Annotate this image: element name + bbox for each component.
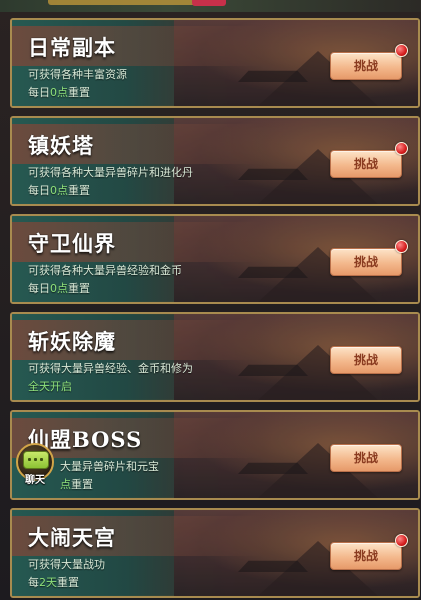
activity-description: 可获得各种大量异兽碎片和进化丹 [28,166,193,179]
challenge-button[interactable]: 挑战 [330,248,402,276]
challenge-button[interactable]: 挑战 [330,444,402,472]
notification-dot-icon [395,44,408,57]
activity-card-slay-demons: 斩妖除魔 可获得大量异兽经验、金币和修为 全天开启 挑战 [10,312,420,402]
activity-title: 守卫仙界 [28,231,116,256]
activity-card-havoc-heaven: 大闹天宫 可获得大量战功 每2天重置 挑战 [10,508,420,598]
activity-description: 可获得大量异兽经验、金币和修为 [28,362,193,375]
activity-reset-info: 每日0点重置 [28,282,90,295]
top-bar-edge [0,0,421,12]
challenge-button[interactable]: 挑战 [330,52,402,80]
activity-title: 日常副本 [28,35,116,60]
activity-card-guard-immortal-realm: 守卫仙界 可获得各种大量异兽经验和金币 每日0点重置 挑战 [10,214,420,304]
challenge-button[interactable]: 挑战 [330,542,402,570]
activity-reset-info: 全天开启 [28,380,72,393]
chat-bubble-icon [23,451,49,469]
challenge-button[interactable]: 挑战 [330,150,402,178]
challenge-button[interactable]: 挑战 [330,346,402,374]
activity-description: 可获得各种大量异兽经验和金币 [28,264,182,277]
activity-reset-info: 点重置 [60,478,93,491]
chat-label: 聊天 [25,475,45,486]
notification-dot-icon [395,240,408,253]
activity-reset-info: 每日0点重置 [28,184,90,197]
activity-card-daily-dungeon: 日常副本 可获得各种丰富资源 每日0点重置 挑战 [10,18,420,108]
top-tab-strip [48,0,208,5]
activity-reset-info: 每2天重置 [28,576,79,589]
activity-title: 斩妖除魔 [28,329,116,354]
notification-dot-icon [395,534,408,547]
activity-title: 镇妖塔 [28,133,94,158]
notification-dot-icon [395,142,408,155]
activity-description: 可获得各种丰富资源 [28,68,127,81]
activity-card-alliance-boss: 仙盟BOSS 大量异兽碎片和元宝 点重置 挑战 [10,410,420,500]
activity-list-screen: 日常副本 可获得各种丰富资源 每日0点重置 挑战 镇妖塔 可获得各种大量异兽碎片… [0,0,421,600]
activity-description: 大量异兽碎片和元宝 [60,460,159,473]
activity-description: 可获得大量战功 [28,558,105,571]
activity-card-demon-tower: 镇妖塔 可获得各种大量异兽碎片和进化丹 每日0点重置 挑战 [10,116,420,206]
activity-title: 大闹天宫 [28,525,116,550]
chat-button[interactable]: 聊天 [15,443,55,489]
top-red-tab [192,0,226,6]
activity-reset-info: 每日0点重置 [28,86,90,99]
